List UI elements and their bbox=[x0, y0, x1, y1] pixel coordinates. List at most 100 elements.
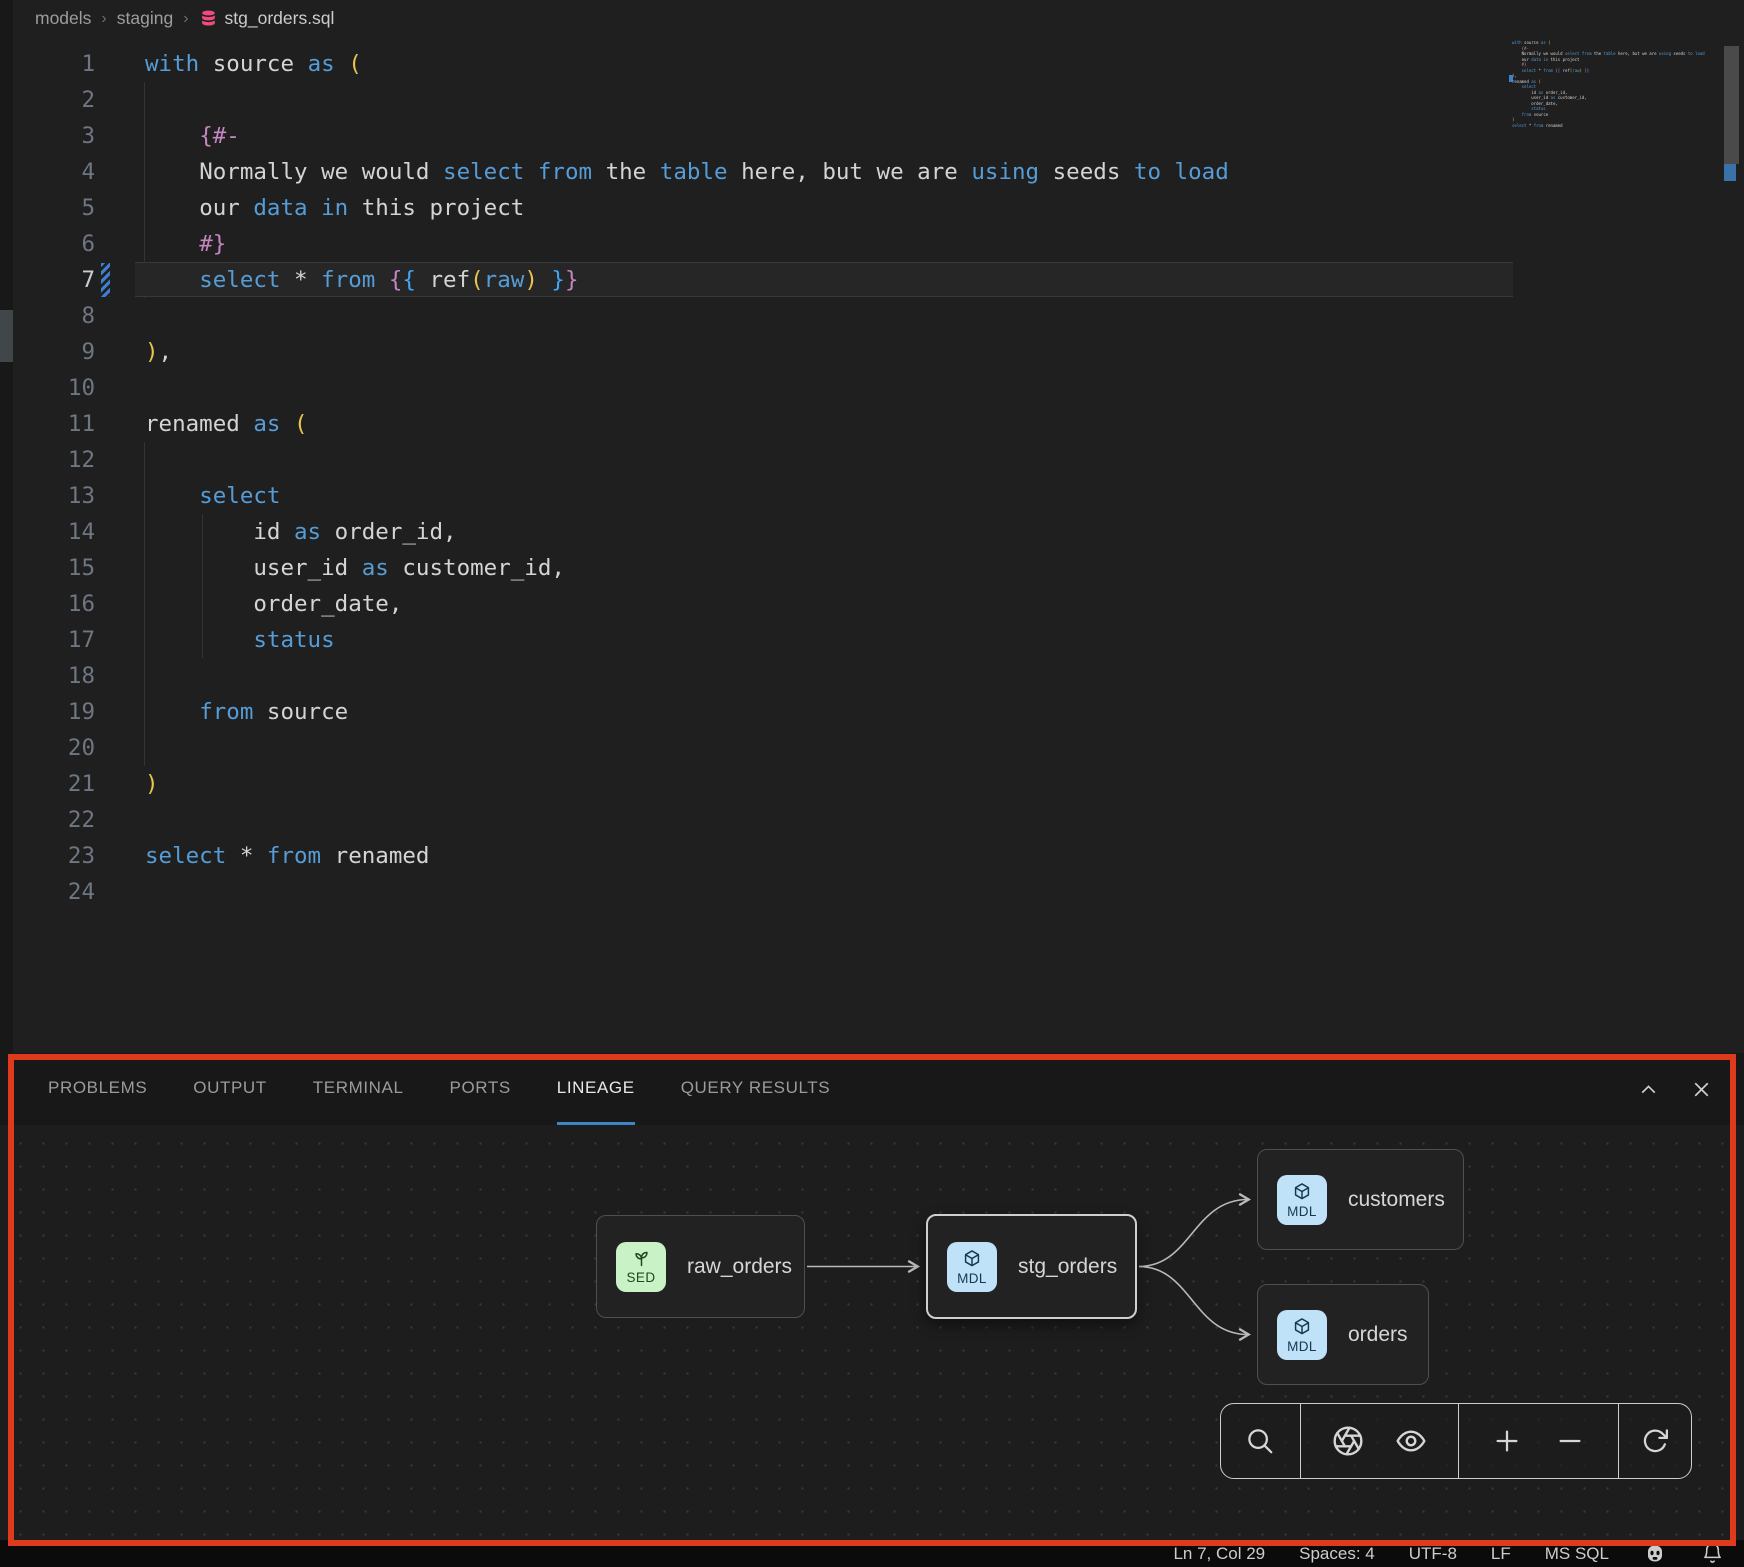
aperture-button[interactable] bbox=[1332, 1425, 1364, 1457]
code-line[interactable]: 15 user_id as customer_id, bbox=[13, 550, 1744, 586]
code-line[interactable]: 21) bbox=[13, 766, 1744, 802]
minimap[interactable]: with source as ( {#- Normally we would s… bbox=[1512, 40, 1717, 200]
copilot-icon[interactable] bbox=[1643, 1542, 1667, 1566]
tab-ports[interactable]: PORTS bbox=[450, 1053, 511, 1125]
code-line[interactable]: 11renamed as ( bbox=[13, 406, 1744, 442]
line-number: 1 bbox=[13, 46, 95, 82]
lineage-toolbar bbox=[1220, 1403, 1692, 1479]
panel-actions bbox=[1636, 1053, 1714, 1125]
code-line[interactable]: 6 #} bbox=[13, 226, 1744, 262]
status-item-spaces-4[interactable]: Spaces: 4 bbox=[1299, 1544, 1375, 1564]
line-number: 21 bbox=[13, 766, 95, 802]
zoom-in-icon bbox=[1492, 1426, 1522, 1456]
sidebar-edge bbox=[0, 0, 14, 1053]
code-line[interactable]: 14 id as order_id, bbox=[13, 514, 1744, 550]
line-number: 10 bbox=[13, 370, 95, 406]
code-line[interactable]: 3 {#- bbox=[13, 118, 1744, 154]
line-number: 22 bbox=[13, 802, 95, 838]
status-item-ms-sql[interactable]: MS SQL bbox=[1545, 1544, 1609, 1564]
status-item-ln-7-col-29[interactable]: Ln 7, Col 29 bbox=[1173, 1544, 1265, 1564]
code-line[interactable]: 22 bbox=[13, 802, 1744, 838]
line-number: 6 bbox=[13, 226, 95, 262]
search-button[interactable] bbox=[1245, 1426, 1275, 1456]
refresh-button[interactable] bbox=[1640, 1426, 1670, 1456]
breadcrumb-item-models[interactable]: models bbox=[35, 8, 91, 29]
line-number: 13 bbox=[13, 478, 95, 514]
code-line[interactable]: 1with source as ( bbox=[13, 46, 1744, 82]
line-number: 20 bbox=[13, 730, 95, 766]
line-number: 14 bbox=[13, 514, 95, 550]
lineage-node-customers[interactable]: MDLcustomers bbox=[1257, 1149, 1464, 1250]
status-item-lf[interactable]: LF bbox=[1491, 1544, 1511, 1564]
scrollbar-modified-decoration bbox=[1724, 164, 1736, 181]
database-icon bbox=[199, 9, 218, 28]
cube-icon bbox=[1291, 1181, 1313, 1203]
cube-icon bbox=[961, 1248, 983, 1270]
model-badge: MDL bbox=[1277, 1310, 1327, 1360]
badge-label: SED bbox=[627, 1270, 656, 1285]
lineage-node-stg_orders[interactable]: MDLstg_orders bbox=[926, 1214, 1137, 1319]
zoom-in-button[interactable] bbox=[1492, 1426, 1522, 1456]
sidebar-drag-handle[interactable] bbox=[0, 310, 13, 362]
code-line[interactable]: 16 order_date, bbox=[13, 586, 1744, 622]
code-line[interactable]: 4 Normally we would select from the tabl… bbox=[13, 154, 1744, 190]
model-badge: MDL bbox=[947, 1242, 997, 1292]
lineage-node-raw_orders[interactable]: SED raw_orders bbox=[596, 1215, 805, 1318]
node-label: customers bbox=[1348, 1188, 1445, 1212]
code-line[interactable]: 17 status bbox=[13, 622, 1744, 658]
breadcrumb-item-staging[interactable]: staging bbox=[117, 8, 173, 29]
node-label: orders bbox=[1348, 1323, 1408, 1347]
lineage-node-orders[interactable]: MDL orders bbox=[1257, 1284, 1429, 1385]
scrollbar-thumb[interactable] bbox=[1724, 46, 1739, 164]
toolbar-group bbox=[1459, 1404, 1619, 1478]
tab-terminal[interactable]: TERMINAL bbox=[313, 1053, 404, 1125]
cube-icon bbox=[1291, 1316, 1313, 1338]
breadcrumb-item-file[interactable]: stg_orders.sql bbox=[199, 8, 335, 29]
toolbar-group bbox=[1221, 1404, 1301, 1478]
line-number: 17 bbox=[13, 622, 95, 658]
code-line[interactable]: 9), bbox=[13, 334, 1744, 370]
code-line[interactable]: 18 bbox=[13, 658, 1744, 694]
code-line[interactable]: 23select * from renamed bbox=[13, 838, 1744, 874]
lineage-canvas[interactable]: SEDraw_ordersMDLstg_ordersMDLcustomersMD… bbox=[0, 1125, 1744, 1540]
tab-problems[interactable]: PROBLEMS bbox=[48, 1053, 147, 1125]
code-line[interactable]: 13 select bbox=[13, 478, 1744, 514]
tab-output[interactable]: OUTPUT bbox=[193, 1053, 266, 1125]
tab-lineage[interactable]: LINEAGE bbox=[557, 1053, 635, 1125]
code-line[interactable]: 7 select * from {{ ref(raw) }} bbox=[13, 262, 1744, 298]
status-item-utf8[interactable]: UTF-8 bbox=[1409, 1544, 1457, 1564]
chevron-up-icon[interactable] bbox=[1636, 1077, 1661, 1102]
code-line[interactable]: 8 bbox=[13, 298, 1744, 334]
tab-query-results[interactable]: QUERY RESULTS bbox=[681, 1053, 831, 1125]
search-icon bbox=[1245, 1426, 1275, 1456]
code-line[interactable]: 20 bbox=[13, 730, 1744, 766]
zoom-out-button[interactable] bbox=[1555, 1426, 1585, 1456]
code-line[interactable]: 10 bbox=[13, 370, 1744, 406]
close-icon[interactable] bbox=[1689, 1077, 1714, 1102]
breadcrumb: models › staging › stg_orders.sql bbox=[35, 8, 334, 29]
eye-button[interactable] bbox=[1395, 1425, 1427, 1457]
vscode-window: models › staging › stg_orders.sql 1with … bbox=[0, 0, 1744, 1567]
modified-line-marker bbox=[101, 263, 110, 297]
line-number: 5 bbox=[13, 190, 95, 226]
line-number: 3 bbox=[13, 118, 95, 154]
panel-tab-bar: PROBLEMS OUTPUT TERMINAL PORTS LINEAGE QUERY … bbox=[0, 1053, 1744, 1125]
lineage-edge bbox=[1139, 1200, 1248, 1267]
line-number: 8 bbox=[13, 298, 95, 334]
code-editor[interactable]: models › staging › stg_orders.sql 1with … bbox=[13, 0, 1744, 1053]
code-line[interactable]: 5 our data in this project bbox=[13, 190, 1744, 226]
code-lines[interactable]: 1with source as (23 {#-4 Normally we wou… bbox=[13, 46, 1744, 910]
code-line[interactable]: 12 bbox=[13, 442, 1744, 478]
line-number: 23 bbox=[13, 838, 95, 874]
toolbar-group bbox=[1619, 1404, 1691, 1478]
chevron-right-icon: › bbox=[183, 10, 188, 28]
code-line[interactable]: 2 bbox=[13, 82, 1744, 118]
bell-icon[interactable] bbox=[1701, 1542, 1724, 1565]
node-label: raw_orders bbox=[687, 1255, 792, 1279]
status-bar: Ln 7, Col 29 Spaces: 4 UTF-8 LF MS SQL bbox=[0, 1540, 1744, 1567]
code-line[interactable]: 24 bbox=[13, 874, 1744, 910]
code-line[interactable]: 19 from source bbox=[13, 694, 1744, 730]
line-number: 12 bbox=[13, 442, 95, 478]
sprout-icon bbox=[631, 1248, 652, 1269]
eye-icon bbox=[1395, 1425, 1427, 1457]
